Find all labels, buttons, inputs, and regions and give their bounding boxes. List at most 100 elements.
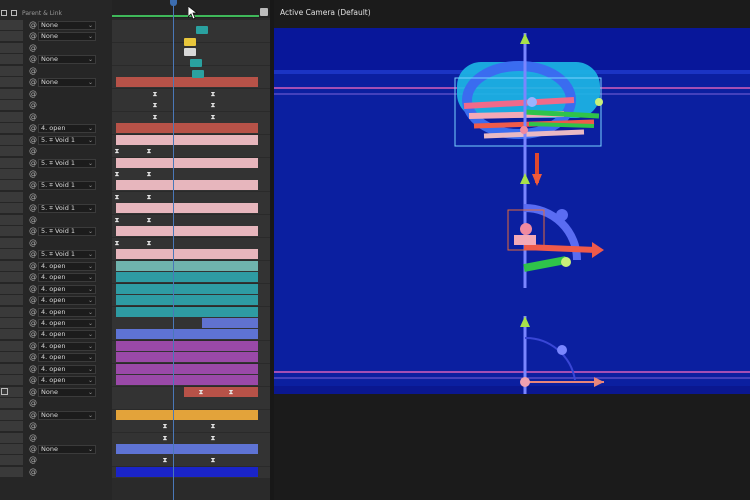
keyframe-block-icon[interactable] (184, 48, 196, 56)
track-row[interactable]: ⧗ ⧗ (112, 168, 270, 180)
track-row[interactable] (112, 444, 270, 456)
layer-duration-bar[interactable] (116, 283, 258, 294)
pickwhip-icon[interactable]: @ (29, 112, 37, 122)
parent-dropdown[interactable]: None ⌄ (38, 21, 96, 30)
parent-dropdown[interactable]: 5. ⌗ Void 1 ⌄ (38, 135, 96, 145)
layer-duration-bar[interactable] (116, 375, 258, 386)
pickwhip-icon[interactable]: @ (29, 226, 37, 236)
layer-duration-bar[interactable] (202, 317, 258, 328)
layer-duration-bar[interactable] (116, 77, 258, 88)
layer-row[interactable]: @4. open ⌄ (0, 340, 112, 352)
keyframe-block-icon[interactable] (196, 26, 208, 34)
parent-dropdown[interactable]: 5. ⌗ Void 1 ⌄ (38, 181, 96, 191)
layer-duration-bar[interactable] (116, 226, 258, 237)
layer-row[interactable]: @4. open ⌄ (0, 375, 112, 386)
track-row[interactable]: ⧗ ⧗ (112, 386, 270, 398)
layer-row[interactable]: @ (0, 455, 112, 466)
keyframe-icon[interactable]: ⧗ (114, 146, 120, 156)
keyframe-icon[interactable]: ⧗ (146, 146, 152, 156)
track-row[interactable] (112, 352, 270, 364)
keyframe-icon[interactable]: ⧗ (152, 89, 158, 99)
layer-duration-bar[interactable] (116, 260, 258, 271)
pickwhip-icon[interactable]: @ (29, 272, 37, 282)
parent-dropdown[interactable]: 4. open ⌄ (38, 307, 96, 317)
track-row[interactable]: ⧗ ⧗ (112, 146, 270, 158)
track-row[interactable] (112, 20, 270, 31)
track-row[interactable] (112, 283, 270, 295)
layer-switch-cell[interactable] (0, 317, 23, 328)
parent-dropdown[interactable]: 4. open ⌄ (38, 124, 96, 134)
pickwhip-icon[interactable]: @ (29, 352, 37, 362)
layer-row[interactable]: @5. ⌗ Void 1 ⌄ (0, 134, 112, 146)
layer-row[interactable]: @ (0, 466, 112, 478)
track-row[interactable] (112, 466, 270, 478)
pickwhip-icon[interactable]: @ (29, 100, 37, 110)
keyframe-icon[interactable]: ⧗ (198, 387, 204, 397)
pickwhip-icon[interactable]: @ (29, 284, 37, 294)
layer-switch-cell[interactable] (0, 375, 23, 386)
playhead-handle-icon[interactable] (170, 0, 177, 6)
layer-row[interactable]: @ (0, 237, 112, 249)
layer-switch-cell[interactable] (0, 20, 23, 30)
pickwhip-icon[interactable]: @ (29, 77, 37, 87)
layer-duration-bar[interactable] (116, 180, 258, 191)
pickwhip-icon[interactable]: @ (29, 215, 37, 225)
layer-duration-bar[interactable] (116, 272, 258, 283)
layer-switch-cell[interactable] (0, 191, 23, 202)
layer-switch-cell[interactable] (0, 432, 23, 443)
layer-duration-bar[interactable] (116, 123, 258, 134)
layer-row[interactable]: @5. ⌗ Void 1 ⌄ (0, 180, 112, 191)
track-row[interactable]: ⧗ ⧗ (112, 88, 270, 100)
pickwhip-icon[interactable]: @ (29, 249, 37, 259)
layer-row[interactable]: @ None ⌄ (0, 54, 112, 65)
layer-switch-cell[interactable] (0, 146, 23, 157)
layer-switch-cell[interactable] (0, 283, 23, 294)
track-row[interactable]: ⧗ ⧗ (112, 214, 270, 226)
layer-switch-cell[interactable] (0, 237, 23, 248)
playhead[interactable] (173, 0, 174, 500)
layer-switch-cell[interactable] (0, 466, 23, 477)
track-row[interactable] (112, 409, 270, 421)
layer-row[interactable]: @4. open ⌄ (0, 260, 112, 272)
layer-duration-bar[interactable] (116, 295, 258, 306)
track-row[interactable] (112, 295, 270, 307)
layer-duration-bar[interactable] (116, 466, 258, 477)
pickwhip-icon[interactable]: @ (29, 158, 37, 168)
layer-row[interactable]: @4. open ⌄ (0, 272, 112, 283)
keyframe-icon[interactable]: ⧗ (146, 238, 152, 248)
layer-switch-cell[interactable] (0, 249, 23, 260)
layer-switch-cell[interactable] (0, 409, 23, 420)
pickwhip-icon[interactable]: @ (29, 54, 37, 64)
keyframe-icon[interactable]: ⧗ (210, 112, 216, 122)
track-row[interactable] (112, 134, 270, 146)
layer-switch-cell[interactable] (0, 111, 23, 122)
keyframe-icon[interactable]: ⧗ (210, 89, 216, 99)
layer-row[interactable]: @ (0, 191, 112, 203)
track-row[interactable] (112, 260, 270, 272)
pickwhip-icon[interactable]: @ (29, 203, 37, 213)
layer-row[interactable]: @ (0, 100, 112, 111)
keyframe-icon[interactable]: ⧗ (114, 192, 120, 202)
layer-switch-cell[interactable] (0, 329, 23, 340)
pickwhip-icon[interactable]: @ (29, 398, 37, 408)
parent-dropdown[interactable]: 4. open ⌄ (38, 330, 96, 340)
layer-switch-cell[interactable] (0, 180, 23, 191)
layer-row[interactable]: @4. open ⌄ (0, 283, 112, 295)
layer-switch-cell[interactable] (0, 455, 23, 466)
track-row[interactable]: ⧗ ⧗ (112, 111, 270, 123)
track-row[interactable]: ⧗ ⧗ (112, 455, 270, 467)
keyframe-icon[interactable]: ⧗ (114, 238, 120, 248)
pickwhip-icon[interactable]: @ (29, 89, 37, 99)
layer-row[interactable]: @ (0, 168, 112, 180)
pickwhip-icon[interactable]: @ (29, 375, 37, 385)
layer-row[interactable]: @ (0, 398, 112, 409)
pickwhip-icon[interactable]: @ (29, 410, 37, 420)
layer-switch-cell[interactable] (0, 295, 23, 306)
track-row[interactable] (112, 226, 270, 238)
pickwhip-icon[interactable]: @ (29, 467, 37, 477)
keyframe-icon[interactable]: ⧗ (152, 100, 158, 110)
layer-switch-cell[interactable] (0, 306, 23, 317)
layer-row[interactable]: @ (0, 65, 112, 77)
parent-dropdown[interactable]: 5. ⌗ Void 1 ⌄ (38, 158, 96, 168)
pickwhip-icon[interactable]: @ (29, 261, 37, 271)
